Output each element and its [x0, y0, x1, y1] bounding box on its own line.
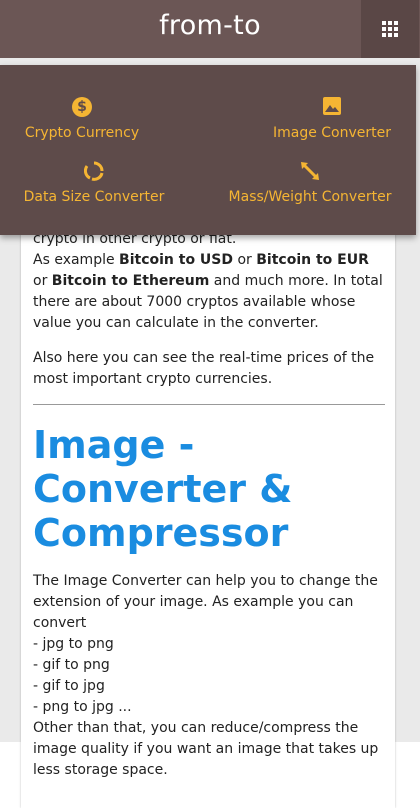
resize-icon: [210, 161, 410, 183]
conversion-item: - jpg to png: [33, 636, 114, 652]
article-content: crypto in other crypto or fiat. As examp…: [33, 229, 385, 781]
realtime-paragraph: Also here you can see the real-time pric…: [33, 350, 375, 387]
image-intro-text: The Image Converter can help you to chan…: [33, 571, 385, 781]
menu-item-label: Image Converter: [272, 125, 392, 141]
compress-text: Other than that, you can reduce/compress…: [33, 720, 379, 778]
menu-item-crypto-currency[interactable]: $ Crypto Currency: [0, 97, 182, 141]
conversion-item: - png to jpg ...: [33, 699, 132, 715]
section-divider: [33, 404, 385, 405]
cycle-icon: [0, 161, 194, 183]
example-bitcoin-usd: Bitcoin to USD: [119, 252, 234, 268]
menu-item-label: Data Size Converter: [23, 189, 165, 205]
conversion-item: - gif to jpg: [33, 678, 105, 694]
top-nav-bar: from-to: [0, 0, 420, 58]
dollar-icon: $: [72, 97, 92, 117]
menu-toggle-button[interactable]: [361, 0, 419, 58]
menu-item-label: Crypto Currency: [24, 125, 140, 141]
nav-dropdown-menu: $ Crypto Currency Image Converter Data S…: [0, 65, 416, 235]
example-bitcoin-ethereum: Bitcoin to Ethereum: [51, 273, 210, 289]
menu-item-mass-weight-converter[interactable]: Mass/Weight Converter: [210, 161, 410, 205]
crypto-paragraph: crypto in other crypto or fiat. As examp…: [33, 229, 385, 334]
image-section-heading: Image - Converter & Compressor: [33, 423, 293, 555]
menu-item-image-converter[interactable]: Image Converter: [232, 97, 420, 141]
grid-icon: [382, 21, 398, 37]
menu-item-label: Mass/Weight Converter: [228, 189, 392, 205]
conversion-item: - gif to png: [33, 657, 110, 673]
example-bitcoin-eur: Bitcoin to EUR: [256, 252, 369, 268]
menu-item-data-size-converter[interactable]: Data Size Converter: [0, 161, 194, 205]
brand-logo[interactable]: from-to: [0, 10, 420, 41]
image-icon: [232, 97, 420, 119]
